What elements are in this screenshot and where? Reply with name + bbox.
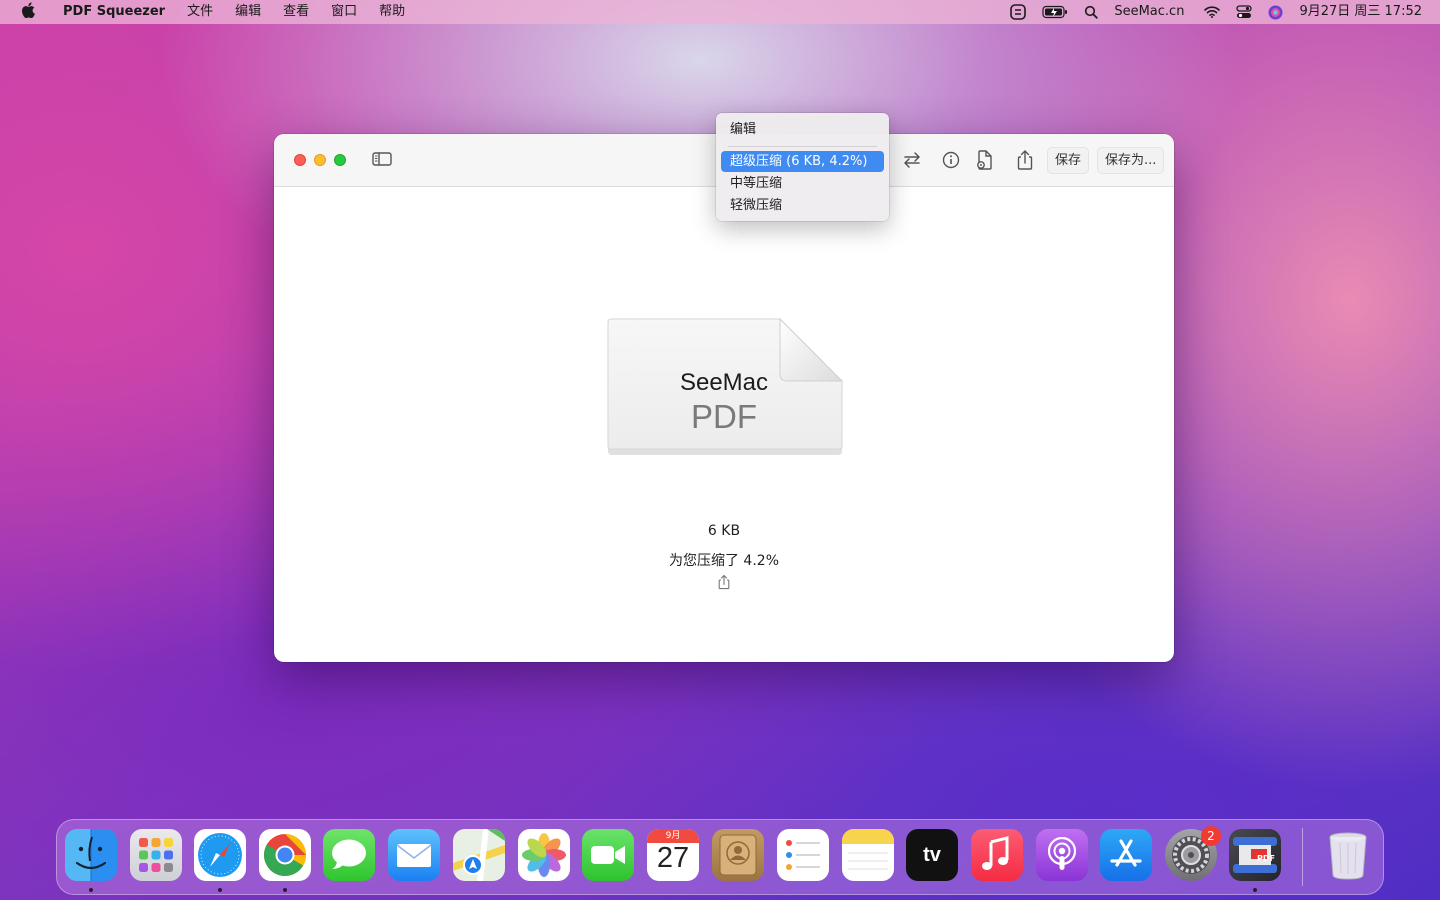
mail-icon[interactable]: [388, 829, 440, 881]
menu-edit[interactable]: 编辑: [224, 0, 272, 24]
maps-icon[interactable]: [453, 829, 505, 881]
notes-icon[interactable]: [842, 829, 894, 881]
apple-icon[interactable]: [18, 2, 38, 22]
contacts-icon[interactable]: [712, 829, 764, 881]
minimize-window-button[interactable]: [314, 154, 326, 166]
file-size-text: 6 KB: [707, 523, 741, 539]
tv-label: tv: [923, 843, 941, 866]
trash-icon[interactable]: [1322, 829, 1374, 881]
option-medium-compression[interactable]: 中等压缩: [721, 173, 884, 194]
share-small-icon[interactable]: [716, 574, 732, 590]
document-title: SeeMac: [679, 369, 769, 396]
document-type-label: PDF: [691, 398, 757, 435]
menu-bar: PDF Squeezer 文件 编辑 查看 窗口 帮助 SeeMac.cn 9月…: [0, 0, 1440, 24]
menu-help[interactable]: 帮助: [368, 0, 416, 24]
chrome-icon[interactable]: [259, 829, 311, 881]
document-settings-icon[interactable]: [973, 148, 997, 172]
maximize-window-button[interactable]: [334, 154, 346, 166]
save-as-button[interactable]: 保存为...: [1097, 147, 1165, 174]
pdf-app-label: PDF: [1257, 854, 1275, 863]
option-super-compression[interactable]: 超级压缩 (6 KB, 4.2%): [721, 151, 884, 172]
app-store-icon[interactable]: [1100, 829, 1152, 881]
menubar-datetime[interactable]: 9月27日 周三 17:52: [1299, 0, 1422, 24]
safari-running-dot: [218, 888, 222, 892]
compression-popup-menu: 编辑 超级压缩 (6 KB, 4.2%) 中等压缩 轻微压缩: [716, 113, 889, 221]
battery-icon[interactable]: [1042, 0, 1068, 24]
calendar-month: 9月: [647, 829, 699, 843]
safari-icon[interactable]: [194, 829, 246, 881]
menu-window[interactable]: 窗口: [320, 0, 368, 24]
finder-icon[interactable]: [65, 829, 117, 881]
menubar-site-text[interactable]: SeeMac.cn: [1114, 0, 1184, 24]
save-button[interactable]: 保存: [1047, 147, 1090, 174]
option-light-compression[interactable]: 轻微压缩: [721, 195, 884, 216]
finder-running-dot: [89, 888, 93, 892]
menu-file[interactable]: 文件: [176, 0, 224, 24]
popup-header: 编辑: [730, 122, 757, 137]
messages-icon[interactable]: [323, 829, 375, 881]
apple-tv-icon[interactable]: tv: [906, 829, 958, 881]
photos-icon[interactable]: [518, 829, 570, 881]
dock-divider: [1302, 828, 1303, 886]
control-center-icon[interactable]: [1236, 0, 1253, 24]
status-app-icon[interactable]: [1010, 0, 1027, 24]
spotlight-search-icon[interactable]: [1084, 0, 1099, 24]
popup-separator: [728, 146, 877, 147]
podcasts-icon[interactable]: [1036, 829, 1088, 881]
swap-arrows-icon[interactable]: [900, 148, 924, 172]
menu-view[interactable]: 查看: [272, 0, 320, 24]
sidebar-toggle-icon[interactable]: [372, 151, 392, 167]
pdf-squeezer-running-dot: [1253, 888, 1257, 892]
facetime-icon[interactable]: [582, 829, 634, 881]
info-icon[interactable]: [939, 148, 963, 172]
chrome-running-dot: [283, 888, 287, 892]
share-icon[interactable]: [1013, 148, 1037, 172]
wifi-icon[interactable]: [1204, 0, 1221, 24]
siri-icon[interactable]: [1268, 0, 1283, 24]
system-preferences-badge: 2: [1201, 826, 1221, 846]
menu-app-name[interactable]: PDF Squeezer: [52, 0, 176, 24]
calendar-day: 27: [656, 842, 690, 874]
reminders-icon[interactable]: [777, 829, 829, 881]
compression-ratio-text: 为您压缩了 4.2%: [668, 553, 780, 569]
close-window-button[interactable]: [294, 154, 306, 166]
pdf-squeezer-icon[interactable]: PDF: [1229, 829, 1281, 881]
calendar-icon[interactable]: 9月 27: [647, 829, 699, 881]
music-icon[interactable]: [971, 829, 1023, 881]
launchpad-icon[interactable]: [130, 829, 182, 881]
